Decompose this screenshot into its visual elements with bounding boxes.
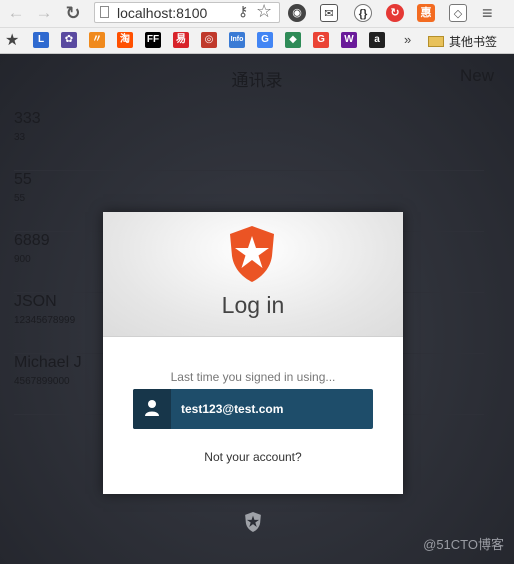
contact-name: 333 <box>14 110 41 127</box>
bookmark-2-icon[interactable]: 〃 <box>89 32 105 48</box>
bookmark-9-icon[interactable]: ◆ <box>285 32 301 48</box>
folder-icon[interactable] <box>428 36 444 47</box>
contact-name: 55 <box>14 171 32 188</box>
contact-phone: 900 <box>14 254 31 265</box>
forward-icon[interactable]: → <box>34 3 54 23</box>
bookmark-12-icon[interactable]: a <box>369 32 385 48</box>
bookmarks-bar: ★ L ✿ 〃淘 FF 易 ◎ Info G ◆ G Wa » 其他书签 <box>0 28 514 54</box>
last-signed-in-text: Last time you signed in using... <box>170 370 336 384</box>
url-text[interactable]: localhost:8100 <box>117 5 207 21</box>
contact-phone: 12345678999 <box>14 315 76 326</box>
watermark: @51CTO博客 <box>423 537 504 552</box>
bookmark-star-icon[interactable]: ☆ <box>256 1 272 22</box>
auth0-footer-logo-icon <box>245 512 261 532</box>
account-email: test123@test.com <box>181 402 284 416</box>
bookmarks-star-icon[interactable]: ★ <box>5 30 19 50</box>
app-title: 通讯录 <box>231 71 283 90</box>
last-account-button[interactable]: test123@test.com <box>133 389 373 429</box>
bookmark-4-icon[interactable]: FF <box>145 32 161 48</box>
contact-phone: 33 <box>14 132 26 143</box>
page-content: 通讯录 New 333 33 55 55 6889 900 JSON 12345678999 M… <box>0 54 514 564</box>
extension-screenshot-icon[interactable]: ✉ <box>320 4 338 22</box>
bookmark-6-icon[interactable]: ◎ <box>201 32 217 48</box>
contact-phone: 55 <box>14 193 26 204</box>
other-bookmarks-label[interactable]: 其他书签 <box>449 33 497 50</box>
extension-ghost-icon[interactable]: ◉ <box>288 4 306 22</box>
app-header: 通讯录 New <box>0 54 514 98</box>
bookmark-8-icon[interactable]: G <box>257 32 273 48</box>
not-your-account-link[interactable]: Not your account? <box>103 450 403 464</box>
contact-phone: 4567899000 <box>14 376 70 387</box>
login-header: Log in <box>103 212 403 337</box>
key-icon[interactable]: ⚷ <box>238 3 248 20</box>
extension-hui-icon[interactable]: 惠 <box>417 4 435 22</box>
contact-name: Michael J <box>14 354 82 371</box>
extension-json-icon[interactable]: {} <box>354 4 372 22</box>
login-title: Log in <box>221 292 285 318</box>
bookmark-7-icon[interactable]: Info <box>229 32 245 48</box>
address-bar[interactable]: localhost:8100 <box>94 2 280 23</box>
reload-icon[interactable]: ↻ <box>63 3 83 23</box>
extension-refresh-icon[interactable]: ↻ <box>386 4 404 22</box>
user-icon <box>133 389 171 429</box>
contact-name: 6889 <box>14 232 50 249</box>
bookmark-10-icon[interactable]: G <box>313 32 329 48</box>
contact-list-item[interactable]: 333 33 <box>14 110 484 171</box>
contact-name: JSON <box>14 293 57 310</box>
bookmarks-overflow-icon[interactable]: » <box>404 32 411 47</box>
browser-toolbar: ← → ↻ localhost:8100 ⚷ ☆ ◉ ✉ {} ↻ 惠 ◇ ≡ <box>0 0 514 28</box>
page-icon <box>100 6 109 18</box>
bookmark-11-icon[interactable]: W <box>341 32 357 48</box>
bookmark-5-icon[interactable]: 易 <box>173 32 189 48</box>
bookmark-3-icon[interactable]: 淘 <box>117 32 133 48</box>
auth0-logo-icon <box>230 226 274 282</box>
bookmark-0-icon[interactable]: L <box>33 32 49 48</box>
extension-shield-icon[interactable]: ◇ <box>449 4 467 22</box>
bookmark-1-icon[interactable]: ✿ <box>61 32 77 48</box>
back-icon[interactable]: ← <box>6 3 26 23</box>
new-button[interactable]: New <box>460 66 494 86</box>
login-modal: Log in Last time you signed in using... … <box>103 212 403 494</box>
menu-icon[interactable]: ≡ <box>482 3 493 24</box>
